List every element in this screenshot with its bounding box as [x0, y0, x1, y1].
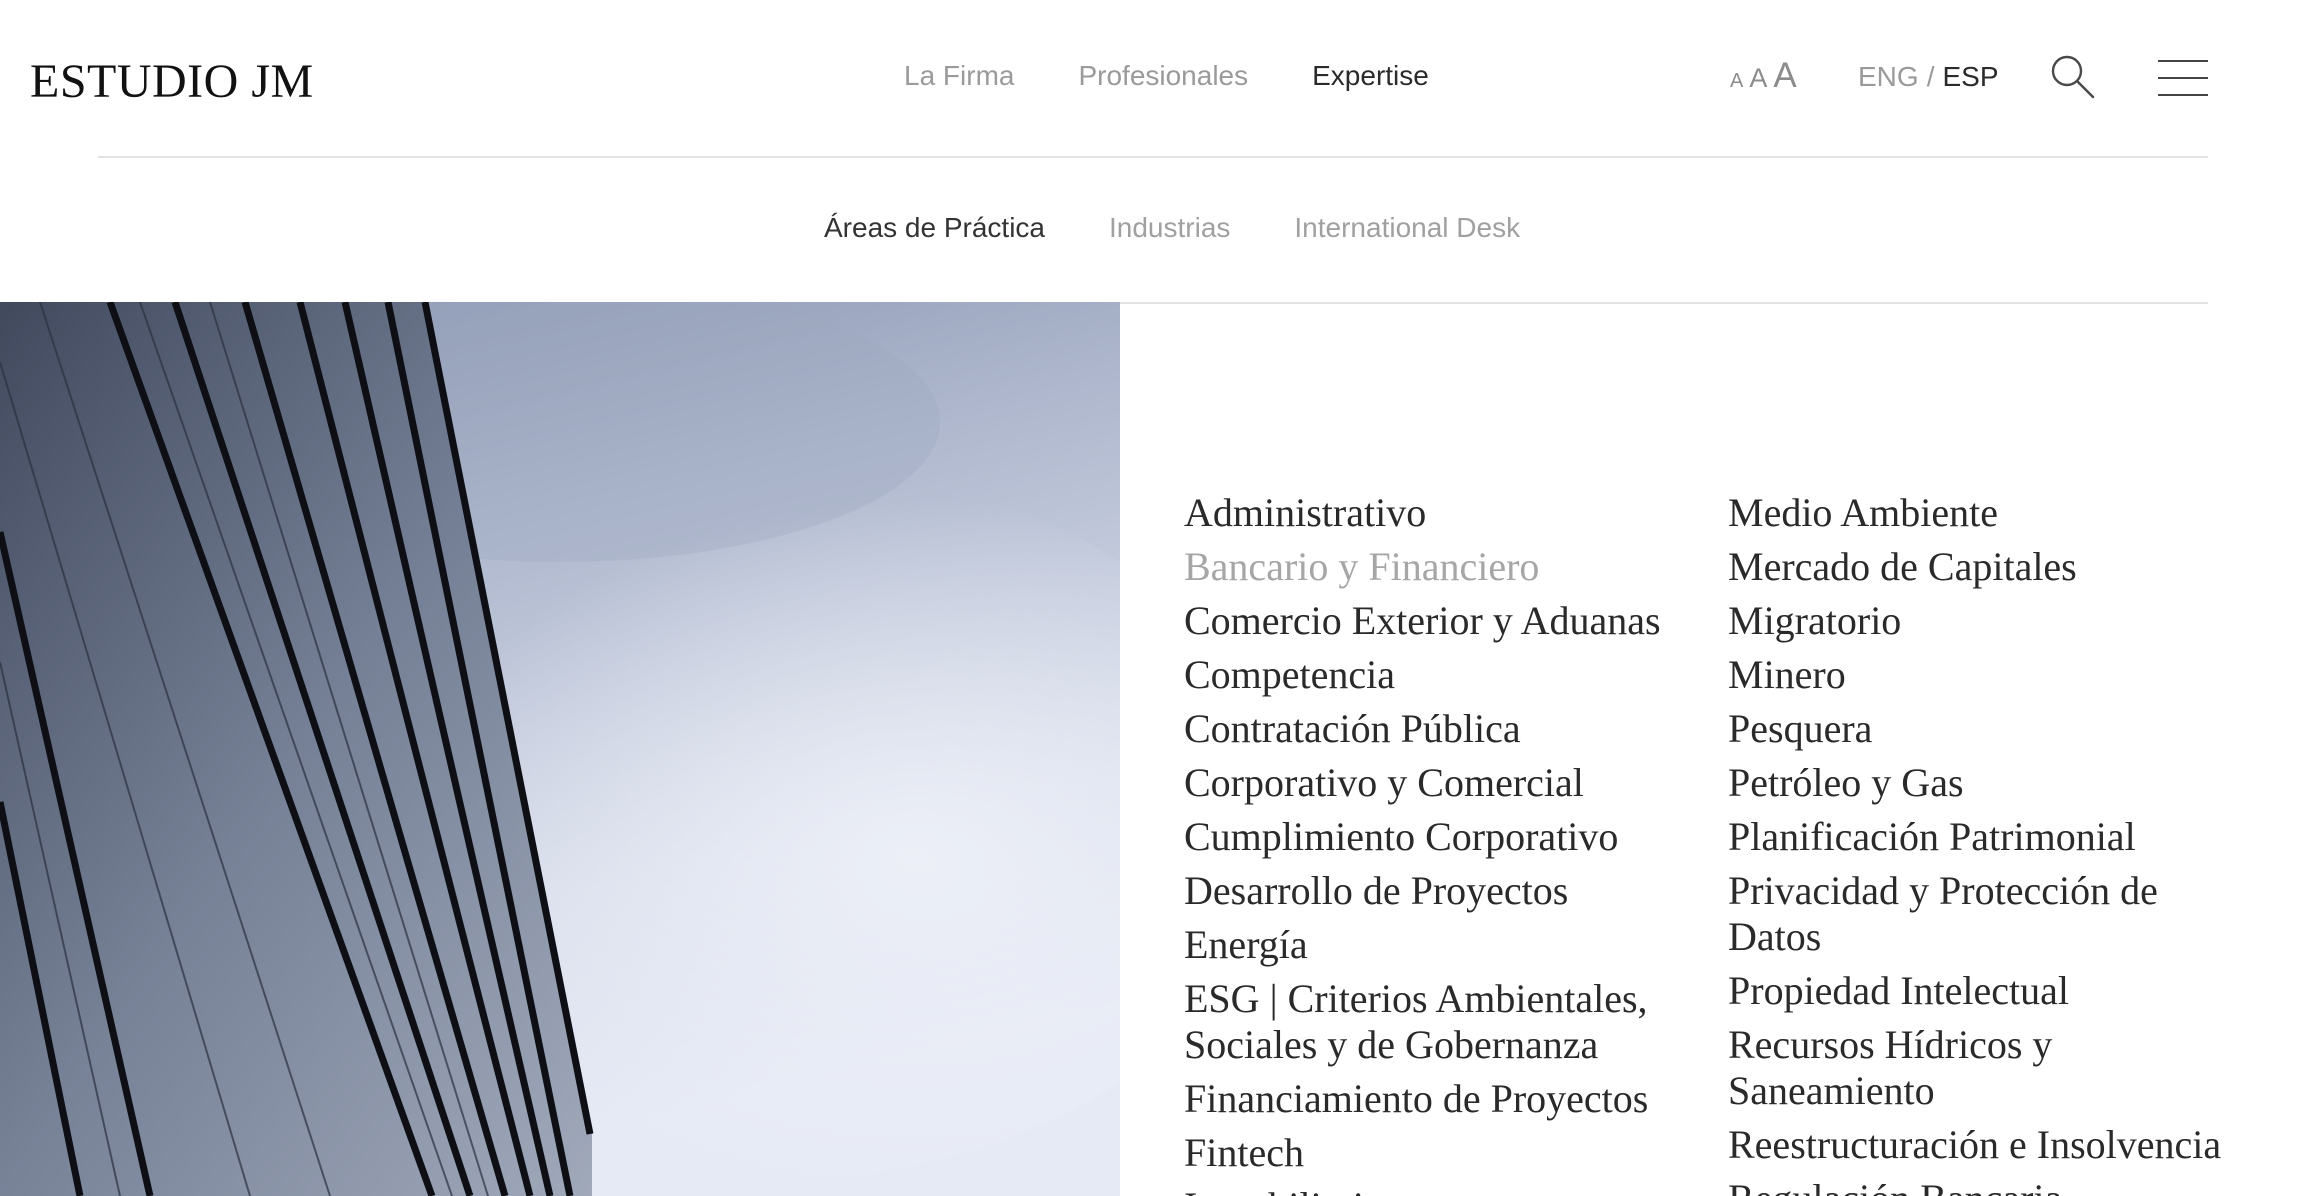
hero-building-image — [0, 302, 1120, 1196]
practice-area-link[interactable]: Medio Ambiente — [1728, 490, 2224, 536]
header-divider — [98, 156, 2208, 158]
main-nav: La Firma Profesionales Expertise — [904, 60, 1429, 92]
font-size-medium-button[interactable]: A — [1749, 63, 1767, 94]
practice-area-link[interactable]: Comercio Exterior y Aduanas — [1184, 598, 1728, 644]
nav-expertise[interactable]: Expertise — [1312, 60, 1429, 92]
menu-button[interactable] — [2158, 60, 2208, 96]
language-switcher: ENG / ESP — [1858, 61, 1999, 93]
practice-area-link[interactable]: Privacidad y Protección de Datos — [1728, 868, 2224, 960]
practice-area-link[interactable]: Energía — [1184, 922, 1728, 968]
site-header: ESTUDIO JM La Firma Profesionales Expert… — [0, 0, 2304, 155]
font-size-small-button[interactable]: A — [1730, 70, 1743, 93]
practice-area-link[interactable]: Mercado de Capitales — [1728, 544, 2224, 590]
search-icon — [2051, 55, 2095, 99]
practice-area-link[interactable]: Inmobiliario — [1184, 1184, 1728, 1196]
practice-area-link[interactable]: Competencia — [1184, 652, 1728, 698]
practice-area-link[interactable]: Propiedad Intelectual — [1728, 968, 2224, 1014]
practice-area-link[interactable]: Petróleo y Gas — [1728, 760, 2224, 806]
lang-eng-link[interactable]: ENG — [1858, 61, 1919, 92]
practice-area-link[interactable]: Reestructuración e Insolvencia — [1728, 1122, 2224, 1168]
practice-area-link[interactable]: Financiamiento de Proyectos — [1184, 1076, 1728, 1122]
practice-area-link[interactable]: Fintech — [1184, 1130, 1728, 1176]
tab-industrias[interactable]: Industrias — [1109, 212, 1230, 244]
practice-area-link[interactable]: Desarrollo de Proyectos — [1184, 868, 1728, 914]
nav-profesionales[interactable]: Profesionales — [1078, 60, 1248, 92]
practice-area-link[interactable]: Migratorio — [1728, 598, 2224, 644]
practice-area-link[interactable]: Recursos Hídricos y Saneamiento — [1728, 1022, 2224, 1114]
practice-area-link[interactable]: Minero — [1728, 652, 2224, 698]
site-logo[interactable]: ESTUDIO JM — [30, 54, 314, 109]
practice-area-link[interactable]: Cumplimiento Corporativo — [1184, 814, 1728, 860]
tab-international-desk[interactable]: International Desk — [1294, 212, 1520, 244]
practice-area-link[interactable]: Bancario y Financiero — [1184, 544, 1728, 590]
practice-area-link[interactable]: Corporativo y Comercial — [1184, 760, 1728, 806]
practice-areas-column-2: Medio Ambiente Mercado de Capitales Migr… — [1728, 490, 2224, 1196]
lang-esp-link[interactable]: ESP — [1942, 61, 1998, 92]
practice-area-link[interactable]: Contratación Pública — [1184, 706, 1728, 752]
font-size-large-button[interactable]: A — [1773, 56, 1796, 96]
practice-areas-list: Administrativo Bancario y Financiero Com… — [1184, 490, 2224, 1196]
practice-area-link[interactable]: Regulación Bancaria — [1728, 1176, 2224, 1196]
nav-la-firma[interactable]: La Firma — [904, 60, 1014, 92]
practice-areas-column-1: Administrativo Bancario y Financiero Com… — [1184, 490, 1728, 1196]
practice-area-link[interactable]: Administrativo — [1184, 490, 1728, 536]
search-button[interactable] — [2048, 52, 2096, 100]
practice-area-link[interactable]: Planificación Patrimonial — [1728, 814, 2224, 860]
tab-areas-de-practica[interactable]: Áreas de Práctica — [824, 212, 1045, 244]
practice-area-link[interactable]: Pesquera — [1728, 706, 2224, 752]
font-size-control: A A A — [1730, 56, 1797, 96]
expertise-subnav: Áreas de Práctica Industrias Internation… — [824, 212, 1520, 244]
lang-separator: / — [1926, 61, 1935, 92]
practice-area-link[interactable]: ESG | Criterios Ambientales, Sociales y … — [1184, 976, 1728, 1068]
